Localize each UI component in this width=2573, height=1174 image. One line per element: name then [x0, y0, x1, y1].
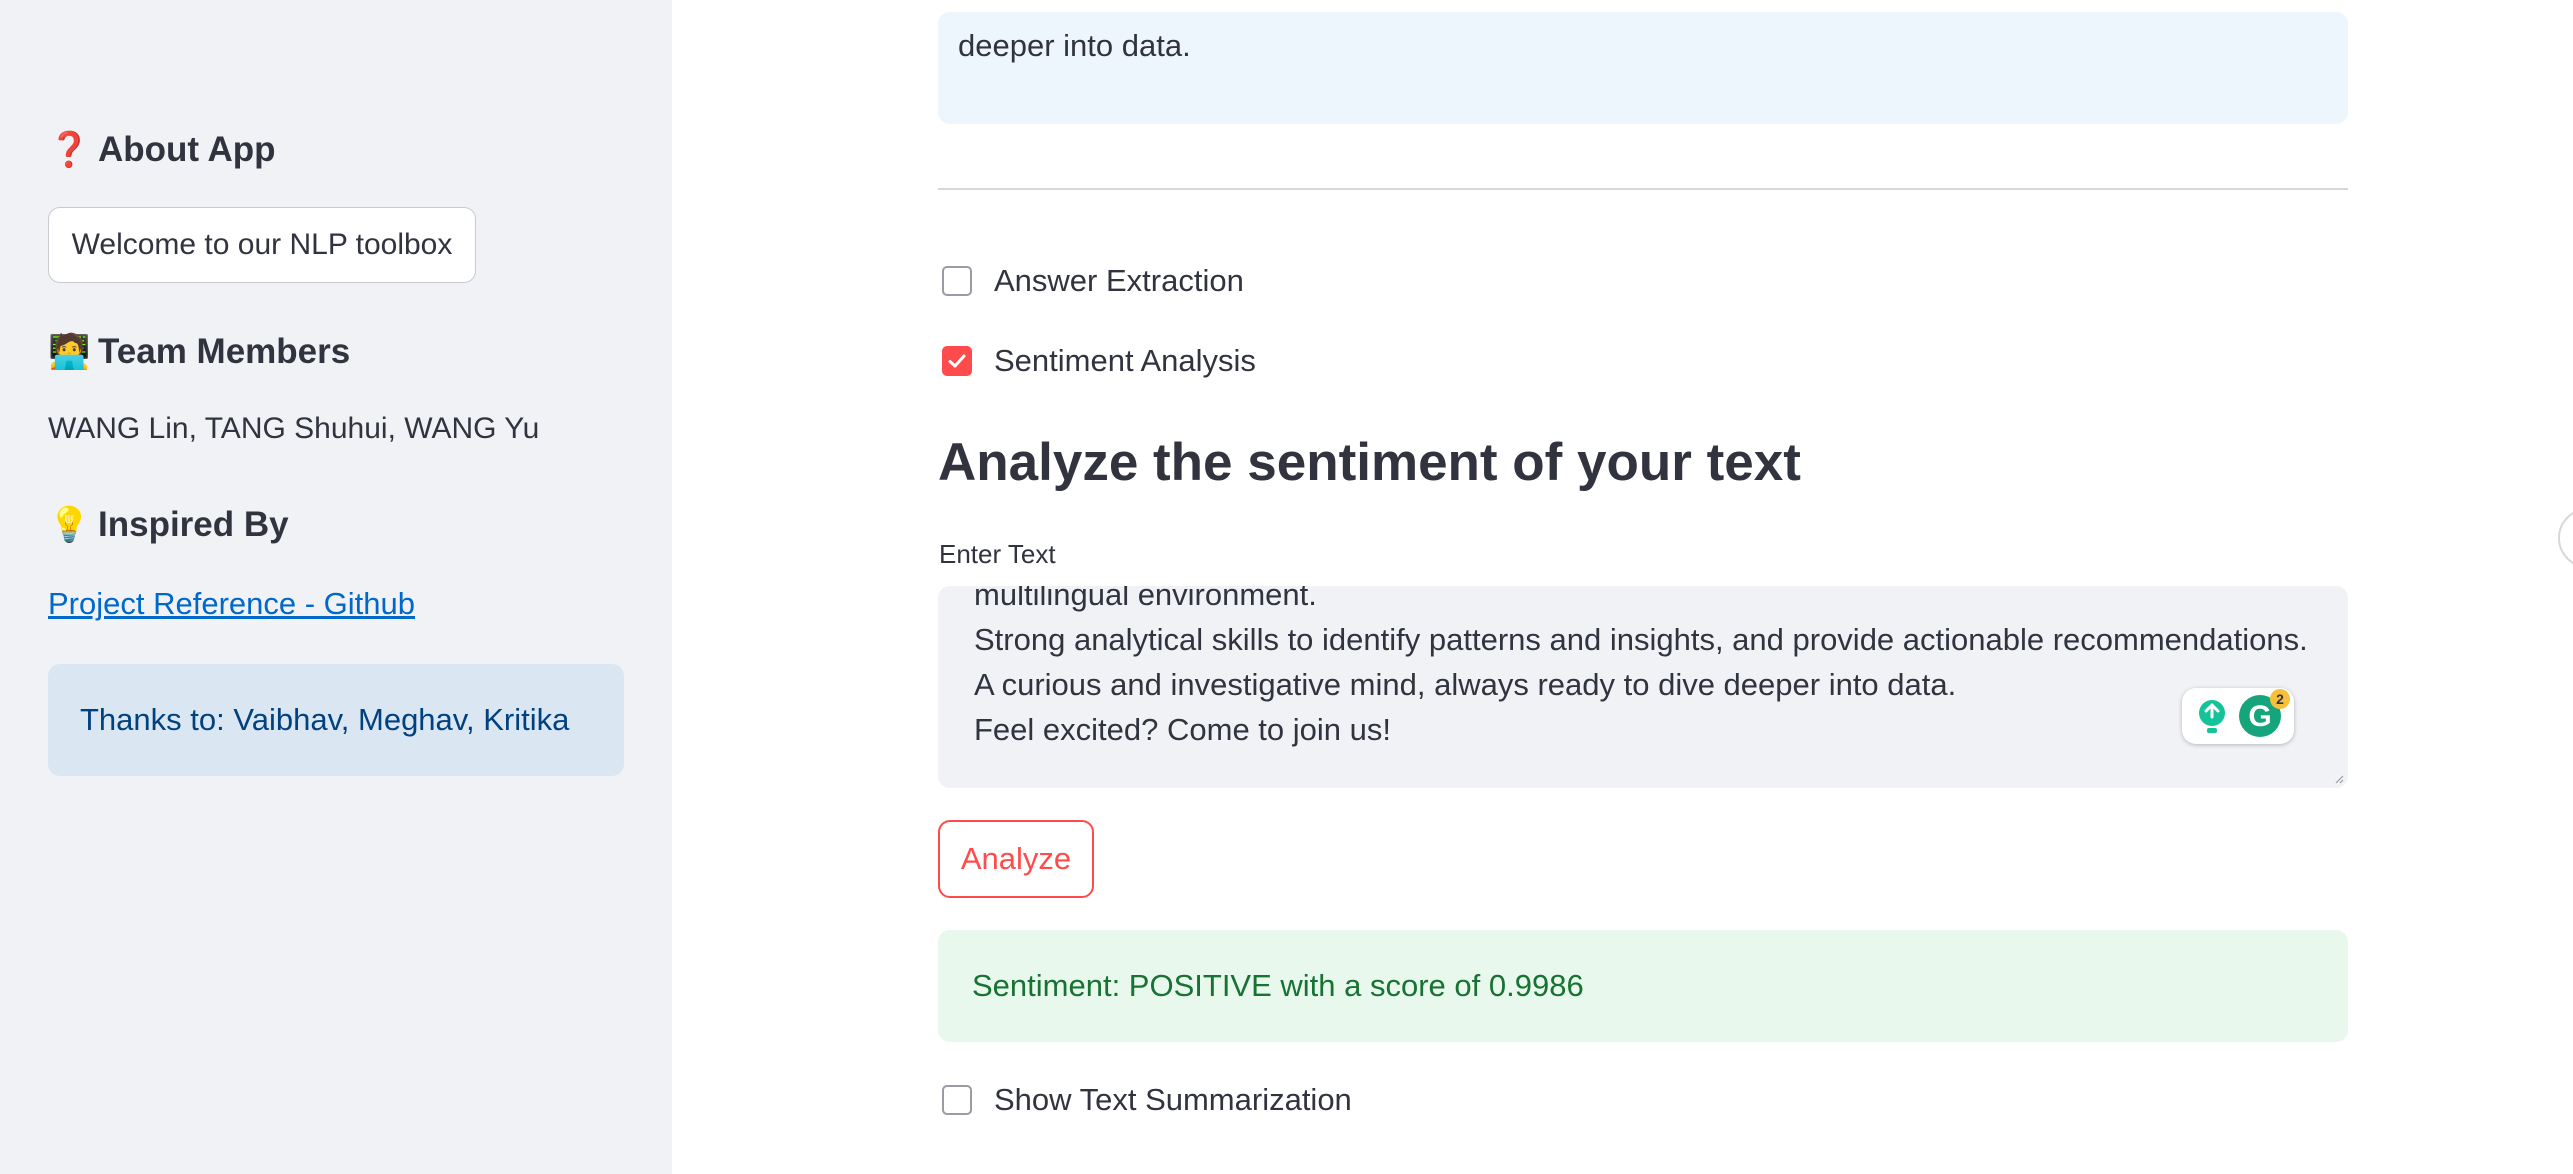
show-summarization-box[interactable]: [942, 1085, 972, 1115]
analyze-button[interactable]: Analyze: [938, 820, 1094, 898]
sentiment-result-text: Sentiment: POSITIVE with a score of 0.99…: [972, 968, 1584, 1003]
team-members-list: WANG Lin, TANG Shuhui, WANG Yu: [48, 412, 540, 445]
sentiment-result-box: Sentiment: POSITIVE with a score of 0.99…: [938, 930, 2348, 1042]
technologist-icon: 🧑‍💻: [48, 333, 91, 371]
thanks-info-box: Thanks to: Vaibhav, Meghav, Kritika: [48, 664, 624, 776]
sentiment-analysis-checkbox[interactable]: Sentiment Analysis: [942, 343, 1256, 379]
checkmark-icon: [948, 354, 966, 368]
info-box: deeper into data.: [938, 12, 2348, 124]
textarea-line: multilingual environment.: [974, 586, 1317, 612]
sentiment-analysis-box[interactable]: [942, 346, 972, 376]
thanks-text: Thanks to: Vaibhav, Meghav, Kritika: [80, 702, 570, 737]
project-reference-link[interactable]: Project Reference - Github: [48, 586, 415, 622]
light-bulb-icon: 💡: [48, 506, 91, 544]
show-summarization-checkbox[interactable]: Show Text Summarization: [942, 1082, 1352, 1118]
grammarly-icon: G 2: [2199, 689, 2290, 737]
inspired-by-title: Inspired By: [98, 505, 289, 544]
textarea-line: Strong analytical skills to identify pat…: [974, 622, 2308, 657]
show-summarization-label: Show Text Summarization: [994, 1082, 1352, 1117]
enter-text-label: Enter Text: [939, 539, 1056, 569]
grammarly-widget[interactable]: G 2: [2182, 688, 2294, 744]
info-text: deeper into data.: [958, 28, 1191, 63]
answer-extraction-checkbox[interactable]: Answer Extraction: [942, 263, 1244, 299]
textarea-line: A curious and investigative mind, always…: [974, 667, 1957, 702]
svg-text:G: G: [2248, 700, 2271, 733]
resize-handle-icon[interactable]: [2334, 774, 2344, 784]
team-members-heading: 🧑‍💻 Team Members: [48, 332, 350, 372]
answer-extraction-box[interactable]: [942, 266, 972, 296]
text-input-area[interactable]: multilingual environment. Strong analyti…: [938, 586, 2348, 788]
page-title: Analyze the sentiment of your text: [938, 433, 1801, 492]
textarea-line: Feel excited? Come to join us!: [974, 712, 1391, 747]
sentiment-analysis-label: Sentiment Analysis: [994, 343, 1256, 378]
sidebar: ❓ About App Welcome to our NLP toolbox 🧑…: [0, 0, 672, 1174]
grammarly-badge-count: 2: [2276, 691, 2284, 707]
team-members-title: Team Members: [98, 332, 351, 371]
inspired-by-heading: 💡 Inspired By: [48, 505, 289, 545]
textarea-content[interactable]: multilingual environment. Strong analyti…: [974, 586, 2308, 752]
scroll-edge-handle[interactable]: [2558, 508, 2573, 568]
about-app-heading: ❓ About App: [48, 130, 276, 170]
about-app-title: About App: [98, 130, 276, 169]
question-mark-icon: ❓: [48, 131, 91, 169]
app-root: ❓ About App Welcome to our NLP toolbox 🧑…: [0, 0, 2573, 1174]
divider: [938, 188, 2348, 190]
answer-extraction-label: Answer Extraction: [994, 263, 1244, 298]
welcome-button[interactable]: Welcome to our NLP toolbox: [48, 207, 476, 283]
